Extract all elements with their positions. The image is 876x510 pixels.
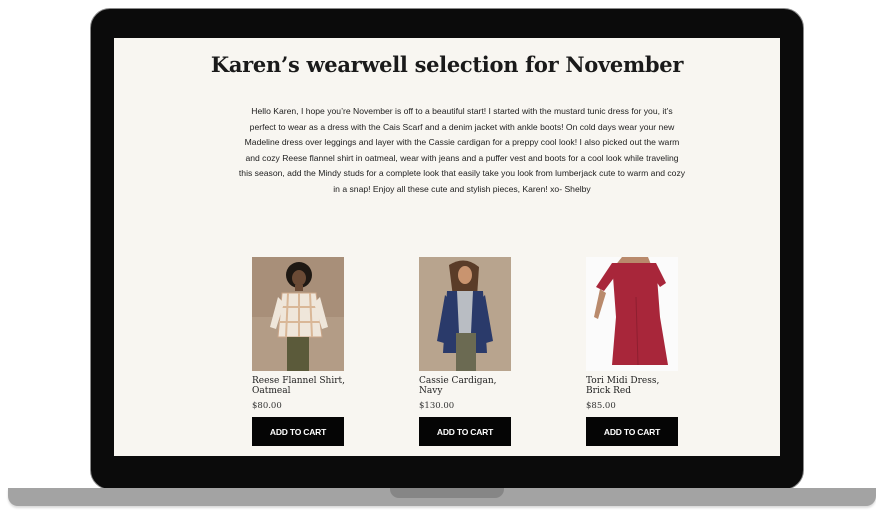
add-to-cart-button[interactable]: ADD TO CART (586, 417, 678, 446)
add-to-cart-button[interactable]: ADD TO CART (419, 417, 511, 446)
add-to-cart-button[interactable]: ADD TO CART (252, 417, 344, 446)
product-card: Cassie Cardigan, Navy $130.00 ADD TO CAR… (419, 257, 514, 446)
product-price: $130.00 (419, 401, 455, 411)
product-price: $85.00 (586, 401, 616, 411)
product-card: Tori Midi Dress, Brick Red $85.00 ADD TO… (586, 257, 681, 446)
product-image[interactable] (252, 257, 344, 371)
screen: Karen’s wearwell selection for November … (114, 38, 780, 456)
product-image[interactable] (419, 257, 511, 371)
product-name[interactable]: Reese Flannel Shirt, Oatmeal (252, 376, 347, 397)
page-title: Karen’s wearwell selection for November (210, 52, 684, 77)
product-price: $80.00 (252, 401, 282, 411)
product-name[interactable]: Tori Midi Dress, Brick Red (586, 376, 681, 397)
intro-text: Hello Karen, I hope you’re November is o… (238, 106, 686, 194)
product-name[interactable]: Cassie Cardigan, Navy (419, 376, 514, 397)
product-image[interactable] (586, 257, 678, 371)
laptop-notch (390, 488, 504, 498)
product-card: Reese Flannel Shirt, Oatmeal $80.00 ADD … (252, 257, 347, 446)
